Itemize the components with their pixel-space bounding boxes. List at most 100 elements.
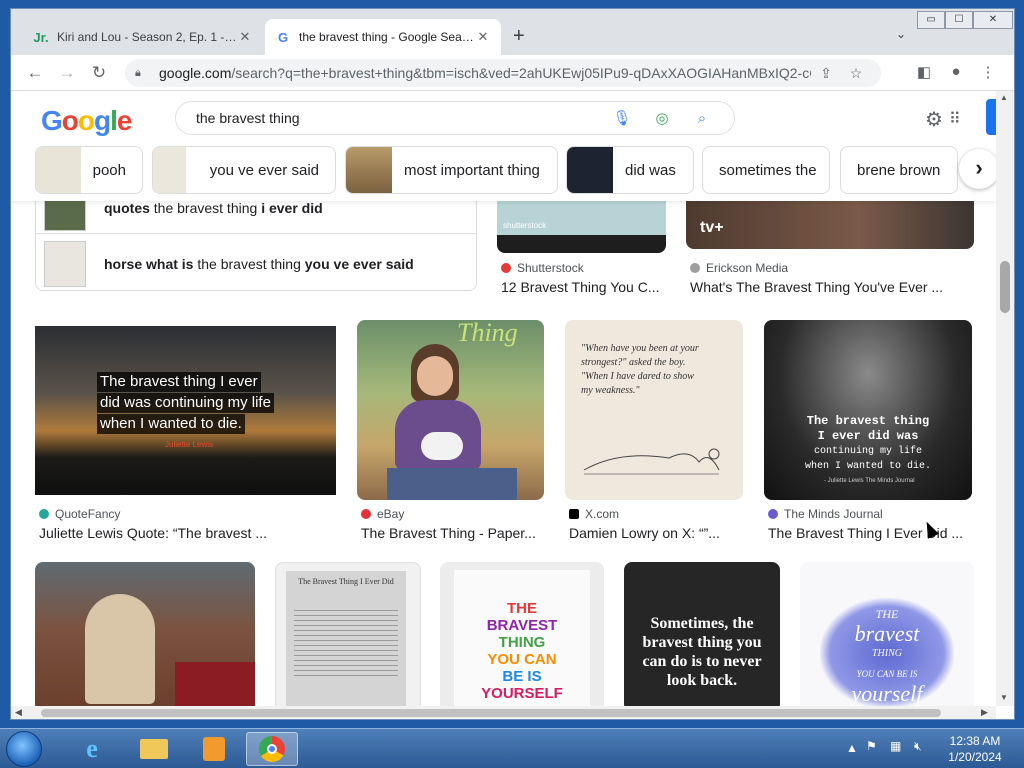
result-source[interactable]: Shutterstock xyxy=(501,261,584,275)
lens-camera-icon[interactable]: ◎ xyxy=(642,109,682,127)
chip-you-ve-ever-said[interactable]: you ve ever said xyxy=(152,146,336,194)
scroll-right-arrow-icon[interactable]: ▶ xyxy=(981,707,988,718)
start-button[interactable] xyxy=(6,731,42,767)
system-clock[interactable]: 12:38 AM 1/20/2024 xyxy=(940,733,1010,765)
scroll-left-arrow-icon[interactable]: ◀ xyxy=(15,707,22,718)
search-box[interactable]: the bravest thing 🎙︎ ◎ ⌕ xyxy=(175,101,735,135)
new-tab-button[interactable]: + xyxy=(513,25,525,48)
tab-title: the bravest thing - Google Search xyxy=(299,30,475,44)
result-caption[interactable]: The Bravest Thing - Paper... xyxy=(361,525,548,541)
chrome-icon[interactable] xyxy=(246,732,298,766)
result-thumbnail[interactable]: Thing xyxy=(357,320,544,500)
related-bold-text: quotes xyxy=(104,200,150,216)
erickson-media-icon xyxy=(690,263,700,273)
browser-toolbar: ← → ↻ 🔒︎ google.com/search?q=the+bravest… xyxy=(11,55,1014,91)
google-logo[interactable]: Google xyxy=(41,105,132,137)
tab-kiri-and-lou[interactable]: Jr. Kiri and Lou - Season 2, Ep. 1 - SI … xyxy=(23,19,263,55)
forward-arrow-icon[interactable]: → xyxy=(55,61,79,85)
poster-word: THE xyxy=(507,600,537,617)
book-title-text: Thing xyxy=(457,320,518,347)
chip-did-was[interactable]: did was xyxy=(566,146,694,194)
share-icon[interactable]: ⇪ xyxy=(811,65,841,82)
result-thumbnail[interactable]: THE bravest THING YOU CAN BE IS yourself xyxy=(800,562,974,706)
scroll-down-arrow-icon[interactable]: ▼ xyxy=(1000,693,1008,702)
scrollbar-thumb[interactable] xyxy=(1000,261,1010,313)
maximize-button[interactable]: ☐ xyxy=(945,11,973,29)
refinement-chips: pooh you ve ever said most important thi… xyxy=(35,146,995,194)
chevron-right-icon[interactable]: › xyxy=(959,149,996,189)
scroll-up-arrow-icon[interactable]: ▲ xyxy=(1000,93,1008,102)
sign-in-button[interactable] xyxy=(986,99,996,135)
result-source[interactable]: X.com xyxy=(569,507,619,521)
result-source[interactable]: QuoteFancy xyxy=(39,507,120,521)
quotefancy-icon xyxy=(39,509,49,519)
scrollbar-thumb[interactable] xyxy=(41,709,941,717)
minimize-button[interactable]: ▭ xyxy=(917,11,945,29)
quote-line: bravest thing you xyxy=(642,634,762,651)
close-window-button[interactable]: ✕ xyxy=(973,11,1013,29)
logo-letter: o xyxy=(61,105,79,136)
apps-grid-icon[interactable]: ⠿ xyxy=(949,109,961,129)
result-thumbnail[interactable]: The Bravest Thing I Ever Did xyxy=(275,562,421,706)
more-menu-icon[interactable]: ⋮ xyxy=(977,63,999,83)
search-icon[interactable]: ⌕ xyxy=(682,110,722,127)
action-center-flag-icon[interactable]: ⚑ xyxy=(866,739,877,768)
quote-line: when I wanted to die. xyxy=(97,414,245,434)
result-caption[interactable]: Damien Lowry on X: “”... xyxy=(569,525,739,541)
result-caption[interactable]: What's The Bravest Thing You've Ever ... xyxy=(690,279,978,295)
reload-icon[interactable]: ↻ xyxy=(87,61,111,85)
result-source[interactable]: Erickson Media xyxy=(690,261,788,275)
settings-gear-icon[interactable]: ⚙ xyxy=(925,107,943,132)
clock-date: 1/20/2024 xyxy=(948,750,1002,764)
profile-avatar-icon[interactable]: ● xyxy=(945,63,967,83)
poster-word: THING xyxy=(498,634,546,651)
address-bar[interactable]: 🔒︎ google.com/search?q=the+bravest+thing… xyxy=(125,59,881,87)
poster-word: yourself xyxy=(851,681,923,706)
result-caption[interactable]: Juliette Lewis Quote: “The bravest ... xyxy=(39,525,340,541)
result-thumbnail[interactable]: The bravest thing I ever did was continu… xyxy=(35,326,336,495)
tab-search-chevron-icon[interactable]: ⌄ xyxy=(896,27,906,41)
internet-explorer-icon[interactable]: e xyxy=(66,732,118,766)
result-thumbnail[interactable] xyxy=(35,562,255,706)
result-source[interactable]: eBay xyxy=(361,507,404,521)
file-explorer-icon[interactable] xyxy=(128,732,180,766)
google-g-icon: G xyxy=(277,29,289,45)
kiri-icon: Jr. xyxy=(33,29,49,45)
close-tab-icon[interactable]: ✕ xyxy=(475,29,491,45)
result-thumbnail[interactable]: Sometimes, the bravest thing you can do … xyxy=(624,562,780,706)
vertical-scrollbar[interactable]: ▲ ▼ xyxy=(996,91,1014,706)
chip-label: pooh xyxy=(92,161,126,179)
ebay-icon xyxy=(361,509,371,519)
chip-sometimes-the[interactable]: sometimes the xyxy=(702,146,830,194)
related-bold-text: horse what is xyxy=(104,256,194,272)
x-logo-icon xyxy=(569,509,579,519)
search-query[interactable]: the bravest thing xyxy=(196,110,602,126)
tab-google-search[interactable]: G the bravest thing - Google Search ✕ xyxy=(265,19,501,55)
quote-attribution: - Juliette Lewis The Minds Journal xyxy=(824,478,915,484)
show-hidden-icons-chevron-icon[interactable]: ▲ xyxy=(846,741,858,768)
logo-letter: g xyxy=(94,105,111,136)
result-source[interactable]: The Minds Journal xyxy=(768,507,883,521)
microphone-icon[interactable]: 🎙︎ xyxy=(602,109,642,127)
result-caption[interactable]: 12 Bravest Thing You C... xyxy=(501,279,670,295)
horizontal-scrollbar[interactable]: ◀ ▶ xyxy=(11,706,996,719)
back-arrow-icon[interactable]: ← xyxy=(23,61,47,85)
chip-most-important-thing[interactable]: most important thing xyxy=(345,146,558,194)
network-icon[interactable]: ▦ xyxy=(890,739,901,768)
related-search-text: quotes the bravest thing i ever did xyxy=(104,200,323,216)
related-search-item[interactable]: horse what is the bravest thing you ve e… xyxy=(36,235,476,293)
close-tab-icon[interactable]: ✕ xyxy=(237,29,253,45)
volume-muted-icon[interactable]: 🔇︎ xyxy=(914,739,922,768)
bookmark-star-icon[interactable]: ☆ xyxy=(841,65,871,82)
media-player-icon[interactable] xyxy=(188,732,240,766)
result-thumbnail[interactable]: "When have you been at your strongest?" … xyxy=(565,320,743,500)
chip-pooh[interactable]: pooh xyxy=(35,146,143,194)
lock-icon: 🔒︎ xyxy=(135,66,141,79)
handwritten-line: "When have you been at your xyxy=(581,343,699,354)
side-panel-icon[interactable]: ◧ xyxy=(913,63,935,83)
chip-brene-brown[interactable]: brene brown xyxy=(840,146,958,194)
quote-line: I ever did was xyxy=(817,429,919,443)
result-thumbnail[interactable]: THE BRAVEST THING YOU CAN BE IS YOURSELF xyxy=(440,562,604,706)
result-thumbnail[interactable]: The bravest thing I ever did was continu… xyxy=(764,320,972,500)
related-normal-text: the bravest thing xyxy=(193,256,305,272)
